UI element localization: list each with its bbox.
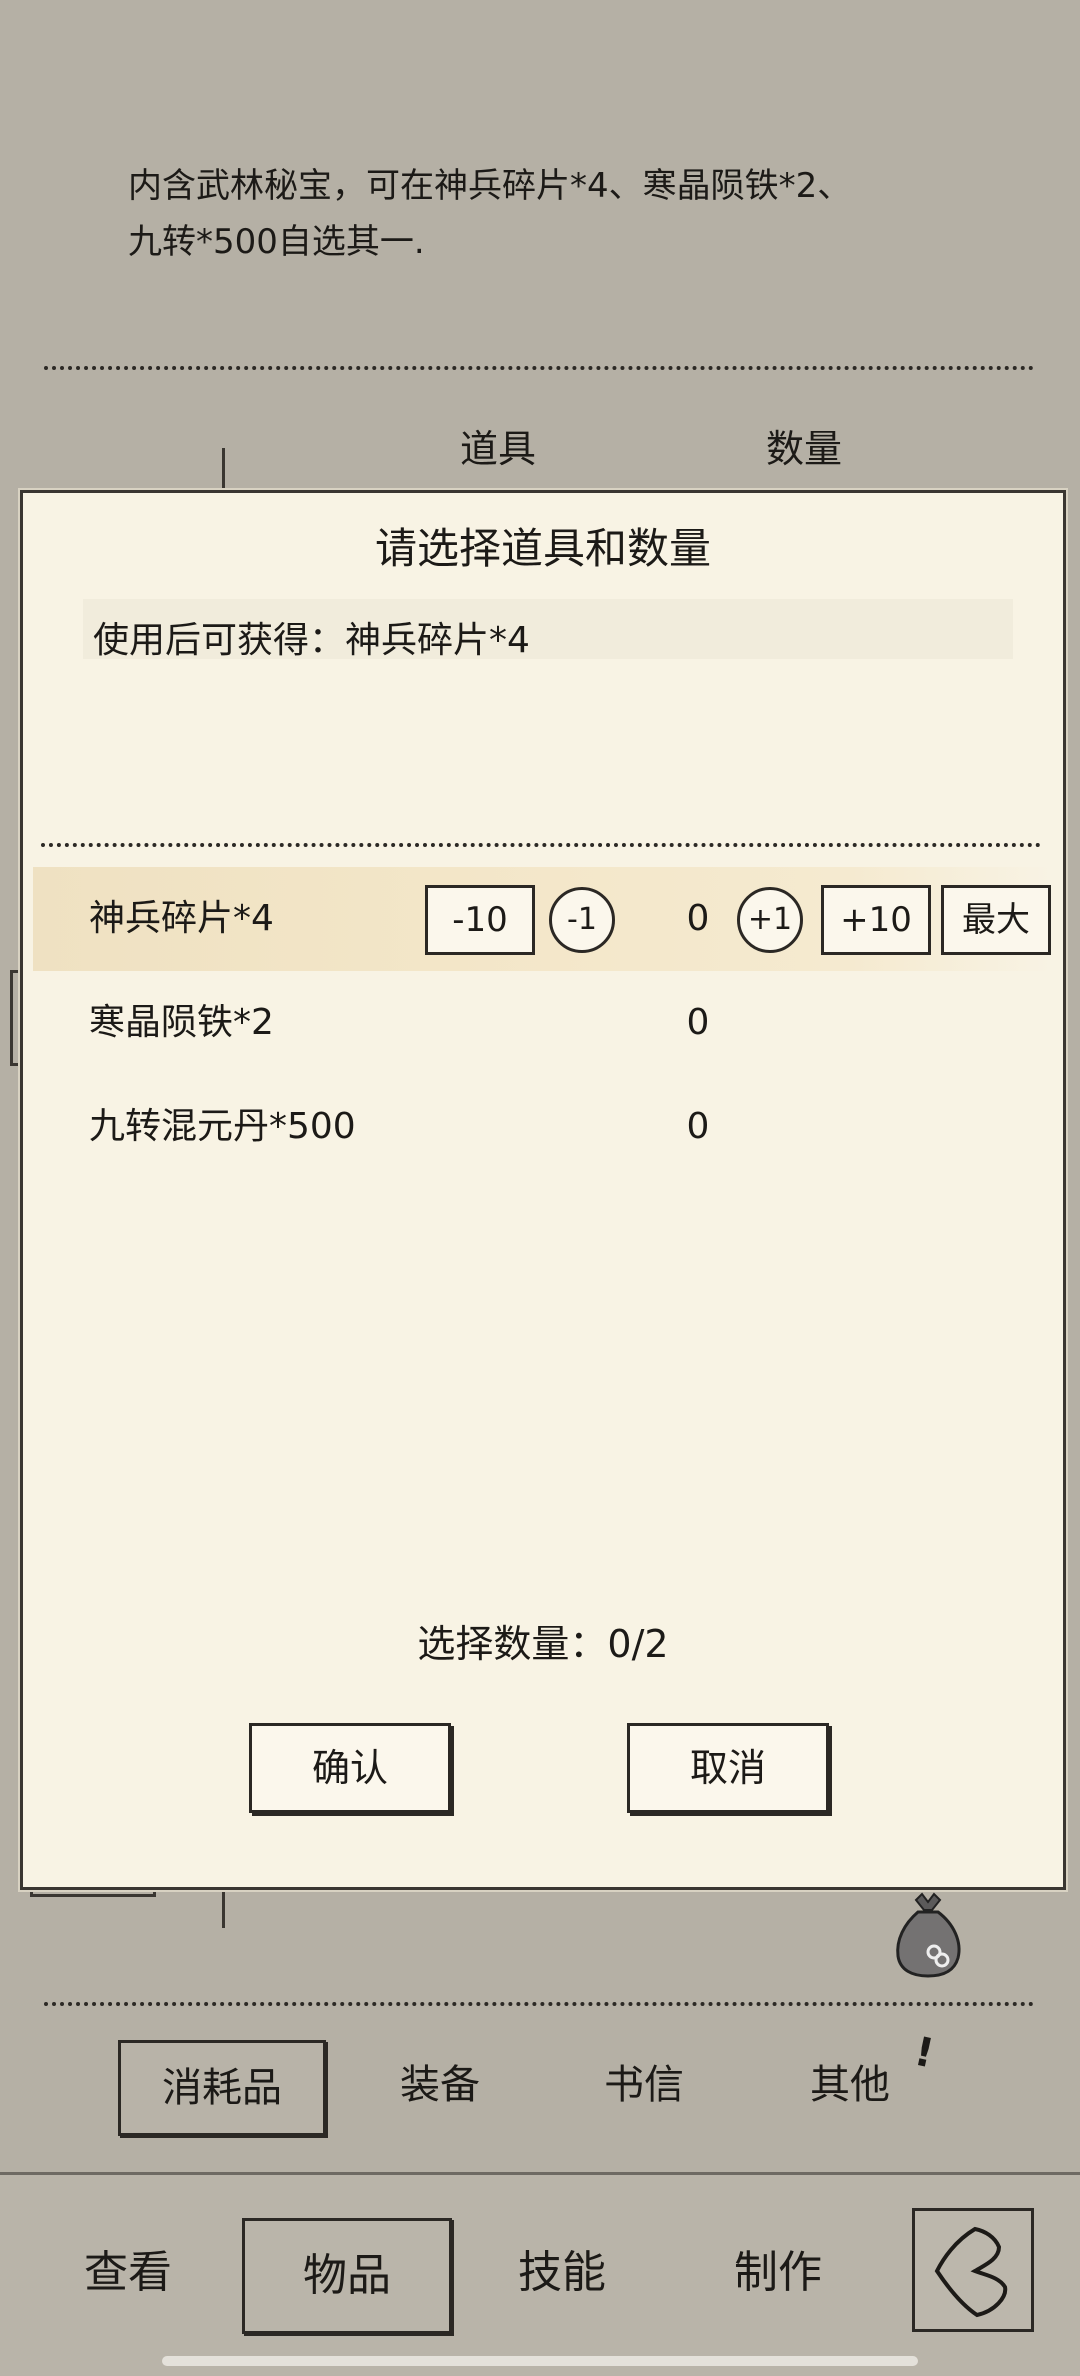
nav-items[interactable]: 物品 [242, 2218, 452, 2334]
item-description: 内含武林秘宝，可在神兵碎片*4、寒晶陨铁*2、 九转*500自选其一. [128, 158, 988, 270]
description-line-2: 九转*500自选其一. [128, 222, 425, 262]
column-header-quantity: 数量 [766, 427, 843, 471]
nav-skills[interactable]: 技能 [492, 2218, 632, 2328]
list-item[interactable]: 寒晶陨铁*2 0 [33, 971, 1053, 1075]
home-indicator [162, 2356, 918, 2366]
minus-1-button[interactable]: -1 [549, 887, 615, 953]
max-button[interactable]: 最大 [941, 885, 1051, 955]
gain-text: 使用后可获得：神兵碎片*4 [93, 620, 530, 661]
column-header-item: 道具 [460, 427, 537, 471]
description-line-1: 内含武林秘宝，可在神兵碎片*4、寒晶陨铁*2、 [128, 166, 852, 206]
selection-count: 选择数量：0/2 [417, 1622, 669, 1666]
dialog-title: 请选择道具和数量 [374, 524, 711, 573]
nav-view[interactable]: 查看 [58, 2218, 198, 2328]
item-name: 神兵碎片*4 [89, 898, 274, 939]
item-name: 寒晶陨铁*2 [89, 1002, 274, 1043]
item-quantity: 0 [686, 898, 710, 939]
plus-10-button[interactable]: +10 [821, 885, 931, 955]
cancel-button[interactable]: 取消 [627, 1723, 829, 1813]
item-name: 九转混元丹*500 [89, 1106, 356, 1147]
divider-bottom [44, 2002, 1034, 2006]
category-tab-consumables[interactable]: 消耗品 [118, 2040, 326, 2136]
category-tab-equipment[interactable]: 装备 [370, 2040, 510, 2130]
confirm-button[interactable]: 确认 [249, 1723, 451, 1813]
bottom-bar-divider [0, 2172, 1080, 2175]
money-bag-icon[interactable] [888, 1890, 968, 1980]
nav-crafting[interactable]: 制作 [708, 2218, 848, 2328]
list-item[interactable]: 神兵碎片*4 -10 -1 0 +1 +10 最大 [33, 867, 1053, 971]
notification-exclaim-icon: ! [910, 2028, 938, 2078]
list-item[interactable]: 九转混元丹*500 0 [33, 1075, 1053, 1179]
category-tab-letters[interactable]: 书信 [574, 2040, 714, 2130]
select-item-dialog: 请选择道具和数量 使用后可获得：神兵碎片*4 神兵碎片*4 -10 -1 0 +… [20, 490, 1066, 1890]
minus-10-button[interactable]: -10 [425, 885, 535, 955]
category-tab-other[interactable]: 其他 [780, 2040, 920, 2130]
item-quantity: 0 [686, 1106, 710, 1147]
plus-1-button[interactable]: +1 [737, 887, 803, 953]
back-arrow-icon [934, 2226, 1008, 2318]
back-button[interactable] [912, 2208, 1034, 2332]
divider-top [44, 366, 1034, 370]
dialog-divider [41, 843, 1041, 847]
item-quantity: 0 [686, 1002, 710, 1043]
